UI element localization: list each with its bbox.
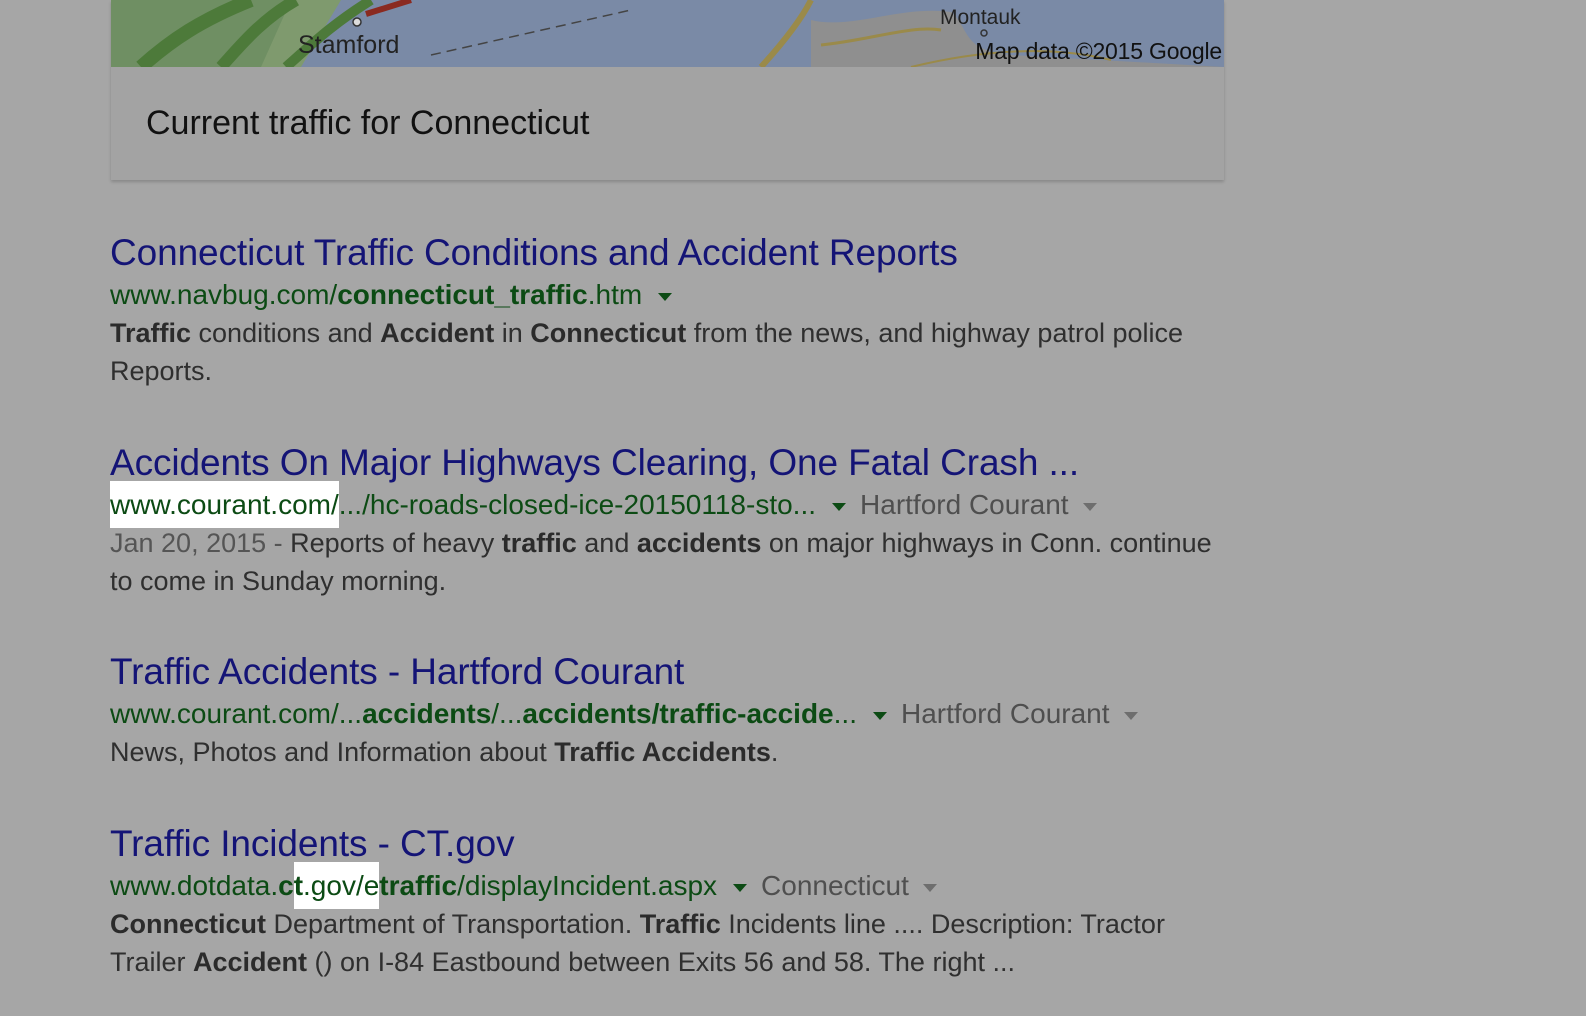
highlighted-url-part: t [293,862,304,909]
highlighted-url-part: .gov/e [303,862,380,909]
result-url-part: www.dotdata. [110,870,279,901]
highlighted-url-part: www.courant.com/ [110,481,339,528]
search-result: Traffic Incidents - CT.gov www.dotdata.c… [110,822,1270,981]
result-url-part: www.navbug.com/ [110,279,338,310]
traffic-map-card[interactable]: Stamford Montauk Map data ©2015 Google C… [111,0,1224,180]
result-snippet: Jan 20, 2015 - Reports of heavy traffic … [110,524,1230,600]
result-snippet: News, Photos and Information about Traff… [110,733,1230,771]
result-url-bold: accidents/traffic-accide [522,698,834,729]
search-result: Connecticut Traffic Conditions and Accid… [110,231,1270,390]
snippet-text: Reports of heavy [290,528,502,558]
result-snippet: Traffic conditions and Accident in Conne… [110,314,1230,390]
snippet-bold: Connecticut [530,318,687,348]
result-title-link[interactable]: Traffic Accidents - Hartford Courant [110,650,1270,694]
result-url-bold: accidents [362,698,492,729]
source-caret-icon[interactable] [1123,711,1138,720]
map-label-stamford: Stamford [298,31,400,59]
result-source: Hartford Courant [860,489,1069,520]
result-url-bold: connecticut_traffic [337,279,588,310]
result-url-part: www.courant.com/... [110,698,363,729]
result-title-link[interactable]: Connecticut Traffic Conditions and Accid… [110,231,1270,275]
result-title-link[interactable]: Accidents On Major Highways Clearing, On… [110,441,1270,485]
dropdown-caret-icon[interactable] [832,502,847,511]
snippet-text: in [494,318,531,348]
snippet-text: . [770,737,779,767]
result-url-part: /displayIncident.aspx [457,870,718,901]
map-caption[interactable]: Current traffic for Connecticut [146,104,589,143]
search-result: Accidents On Major Highways Clearing, On… [110,441,1270,600]
snippet-text: () on I-84 Eastbound between Exits 56 an… [307,947,1015,977]
result-url-part: .htm [587,279,643,310]
map-data-credit: Map data ©2015 Google [975,38,1222,64]
result-url: www.courant.com/...accidents/...accident… [110,696,1270,732]
result-url-part: .../hc-roads-closed-ice-20150118-sto... [338,489,817,520]
snippet-bold: traffic [501,528,577,558]
result-source: Hartford Courant [900,698,1110,729]
map-label-montauk: Montauk [940,6,1021,29]
snippet-text: News, Photos and Information about [110,737,555,767]
dropdown-caret-icon[interactable] [658,292,673,301]
result-date: Jan 20, 2015 - [110,528,291,558]
result-snippet: Connecticut Department of Transportation… [110,905,1230,981]
result-title-link[interactable]: Traffic Incidents - CT.gov [110,822,1270,866]
result-url: www.navbug.com/connecticut_traffic.htm [110,277,1270,313]
source-caret-icon[interactable] [922,883,937,892]
result-url-part: /... [491,698,523,729]
snippet-bold: Traffic [110,318,192,348]
traffic-map-image[interactable]: Stamford Montauk Map data ©2015 Google [111,0,1224,67]
dropdown-caret-icon[interactable] [872,711,887,720]
result-url: www.dotdata.ct.gov/etraffic/displayIncid… [110,862,1270,909]
source-caret-icon[interactable] [1082,502,1097,511]
result-url: www.courant.com/.../hc-roads-closed-ice-… [110,481,1270,528]
result-url-part: ... [833,698,857,729]
snippet-bold: Connecticut [110,909,267,939]
dropdown-caret-icon[interactable] [733,883,748,892]
result-url-bold: c [278,870,294,901]
snippet-bold: Accident [380,318,495,348]
snippet-text: Department of Transportation. [266,909,640,939]
search-result: Traffic Accidents - Hartford Courant www… [110,650,1270,771]
snippet-text: and [576,528,637,558]
snippet-bold: accidents [636,528,762,558]
result-source: Connecticut [761,870,909,901]
result-url-bold: traffic [379,870,458,901]
snippet-text: conditions and [191,318,381,348]
snippet-bold: Traffic [639,909,721,939]
snippet-bold: Accident [193,947,308,977]
snippet-bold: Traffic Accidents [554,737,771,767]
